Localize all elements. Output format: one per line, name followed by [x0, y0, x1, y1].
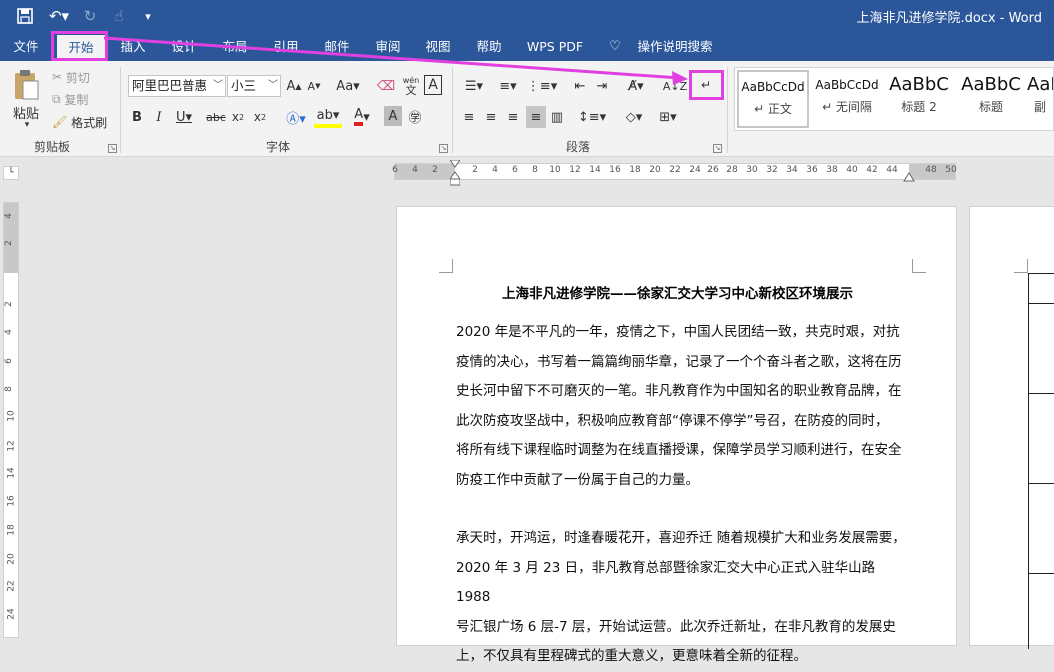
annotation-arrow	[103, 36, 688, 85]
text-line: 上，不仅具有里程碑式的重大意义，更意味着全新的征程。	[456, 648, 807, 665]
